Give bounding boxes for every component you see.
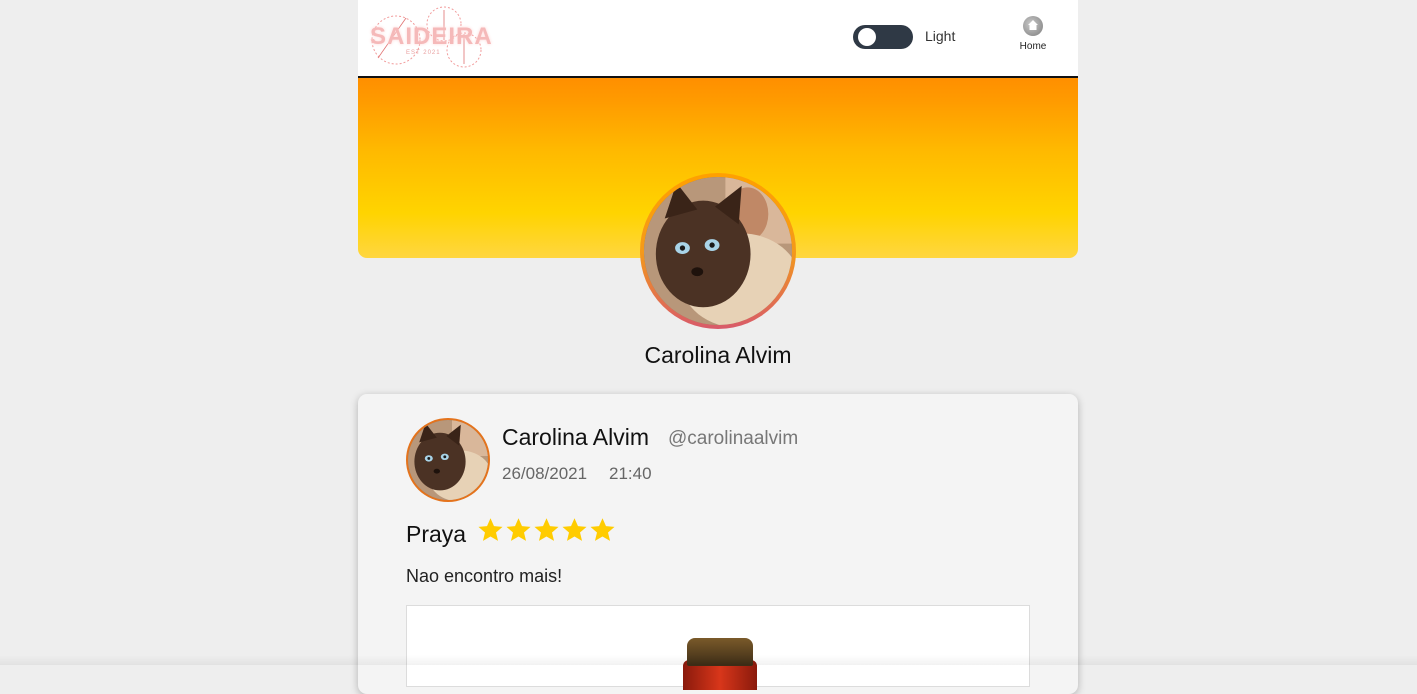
post-author-name[interactable]: Carolina Alvim bbox=[502, 424, 649, 451]
home-icon bbox=[1023, 16, 1043, 36]
cat-photo-small bbox=[408, 420, 488, 500]
post-author-avatar[interactable] bbox=[408, 420, 488, 500]
home-label: Home bbox=[1019, 41, 1047, 52]
star-icon bbox=[562, 518, 587, 541]
cat-photo bbox=[644, 177, 792, 325]
post-beer-image[interactable] bbox=[406, 605, 1030, 690]
theme-toggle-label: Light bbox=[925, 28, 956, 44]
rating-stars bbox=[477, 515, 616, 549]
logo-subtext: EST 2021 bbox=[406, 50, 441, 56]
star-icon bbox=[506, 518, 531, 541]
theme-toggle-knob bbox=[858, 28, 876, 46]
post-text: Nao encontro mais! bbox=[406, 566, 563, 586]
post-date: 26/08/2021 bbox=[502, 464, 588, 483]
profile-avatar[interactable] bbox=[644, 177, 792, 325]
star-icon bbox=[590, 518, 615, 541]
profile-avatar-ring bbox=[640, 173, 796, 329]
page-bottom-shadow bbox=[0, 655, 1417, 665]
home-button[interactable]: Home bbox=[1013, 16, 1053, 62]
review-post-card: Carolina Alvim @carolinaalvim 26/08/2021… bbox=[358, 394, 1078, 694]
post-author-handle[interactable]: @carolinaalvim bbox=[668, 428, 798, 450]
app-column: SAIDEIRA EST 2021 Light Home Carolina Al… bbox=[358, 0, 1078, 694]
star-icon bbox=[534, 518, 559, 541]
post-time: 21:40 bbox=[609, 464, 652, 483]
logo-text: SAIDEIRA bbox=[370, 23, 493, 50]
top-navbar: SAIDEIRA EST 2021 Light Home bbox=[358, 0, 1078, 78]
theme-toggle[interactable] bbox=[853, 25, 913, 49]
beer-name[interactable]: Praya bbox=[406, 521, 466, 548]
star-icon bbox=[478, 518, 503, 541]
post-avatar-ring bbox=[406, 418, 490, 502]
profile-name: Carolina Alvim bbox=[644, 342, 792, 368]
saideira-logo[interactable]: SAIDEIRA EST 2021 bbox=[366, 6, 492, 68]
